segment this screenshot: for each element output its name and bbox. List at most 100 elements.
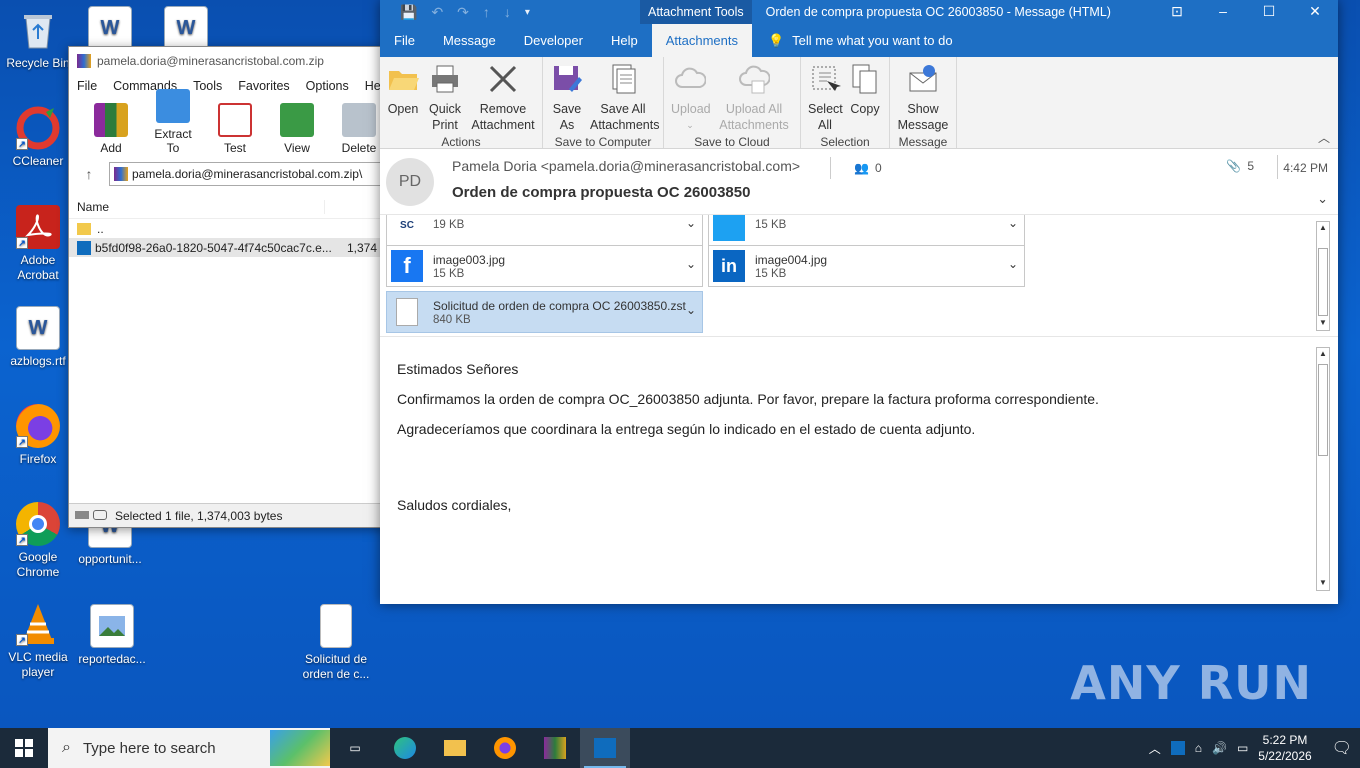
file-list-header: Name: [69, 195, 387, 219]
customize-qat-icon[interactable]: ▾: [525, 7, 530, 18]
chevron-down-icon[interactable]: ⌄: [686, 216, 696, 230]
file-row-parent[interactable]: ..: [69, 219, 387, 238]
taskbar: ⌕ Type here to search ▭ ︿ ⌂ 🔊 ▭ 5:22 PM …: [0, 728, 1360, 768]
tell-me-box[interactable]: 💡 Tell me what you want to do: [752, 24, 953, 57]
firefox-taskbar-icon[interactable]: [480, 728, 530, 768]
collapse-ribbon-icon[interactable]: ︿: [1318, 129, 1330, 146]
ribbon-display-icon[interactable]: ⊡: [1154, 0, 1200, 24]
chevron-down-icon[interactable]: ⌄: [1008, 257, 1018, 271]
chevron-down-icon[interactable]: ⌄: [686, 303, 696, 317]
next-item-icon[interactable]: ↓: [504, 4, 511, 20]
view-button[interactable]: View: [271, 103, 323, 155]
edge-icon[interactable]: [380, 728, 430, 768]
file-row-selected[interactable]: b5fd0f98-26a0-1820-5047-4f74c50cac7c.e..…: [69, 238, 387, 257]
save-icon[interactable]: 💾: [400, 4, 417, 21]
scroll-thumb[interactable]: [1318, 364, 1328, 456]
upload-button[interactable]: Upload ⌄: [668, 61, 712, 133]
network-icon[interactable]: ⌂: [1195, 741, 1202, 755]
desktop-icon-azblogs[interactable]: W azblogs.rtf: [0, 306, 76, 369]
people-count[interactable]: 👥 0: [830, 157, 882, 179]
body-scrollbar[interactable]: ▲ ▼: [1316, 347, 1330, 591]
minimize-icon[interactable]: –: [1200, 0, 1246, 24]
winrar-titlebar[interactable]: pamela.doria@minerasancristobal.com.zip: [69, 47, 387, 75]
open-folder-icon: [387, 63, 419, 95]
sender[interactable]: Pamela Doria <pamela.doria@minerasancris…: [452, 158, 800, 174]
outlook-titlebar[interactable]: 💾 ↶ ↷ ↑ ↓ ▾ Attachment Tools Orden de co…: [380, 0, 1338, 24]
outlook-taskbar-icon[interactable]: [580, 728, 630, 768]
desktop-icon-ccleaner[interactable]: ↗ CCleaner: [0, 106, 76, 169]
chevron-down-icon[interactable]: ⌄: [1008, 216, 1018, 230]
remove-attachment-button[interactable]: Remove Attachment: [468, 61, 538, 133]
desktop-icon-adobe-acrobat[interactable]: ↗ Adobe Acrobat: [0, 205, 76, 283]
tab-attachments[interactable]: Attachments: [651, 24, 752, 57]
attachment-scrollbar[interactable]: ▲ ▼: [1316, 221, 1330, 331]
test-button[interactable]: Test: [209, 103, 261, 155]
attachment-item-selected[interactable]: Solicitud de orden de compra OC 26003850…: [386, 291, 703, 333]
desktop-icon-reportedac[interactable]: reportedac...: [74, 604, 150, 667]
folder-icon: [77, 222, 91, 235]
notifications-icon[interactable]: 🗨: [1322, 738, 1352, 758]
scroll-down-arrow[interactable]: ▼: [1317, 317, 1329, 330]
close-icon[interactable]: ✕: [1292, 0, 1338, 24]
attachment-item[interactable]: in image004.jpg 15 KB ⌄: [708, 245, 1025, 287]
undo-icon[interactable]: ↶: [431, 4, 443, 21]
select-all-button[interactable]: Select All: [805, 61, 845, 133]
maximize-icon[interactable]: ☐: [1246, 0, 1292, 24]
chevron-down-icon[interactable]: ⌄: [686, 257, 696, 271]
desktop-icon-solicitud[interactable]: Solicitud de orden de c...: [298, 604, 374, 682]
outlook-message-window[interactable]: 💾 ↶ ↷ ↑ ↓ ▾ Attachment Tools Orden de co…: [380, 0, 1338, 604]
upload-all-attachments-button[interactable]: Upload All Attachments: [712, 61, 796, 133]
tab-developer[interactable]: Developer: [510, 24, 597, 57]
redo-icon[interactable]: ↷: [457, 4, 469, 21]
delete-button[interactable]: Delete: [333, 103, 385, 155]
message-body[interactable]: Estimados Señores Confirmamos la orden d…: [380, 337, 1338, 595]
attachment-item[interactable]: SC 19 KB ⌄: [386, 215, 703, 246]
save-all-attachments-button[interactable]: Save All Attachments: [587, 61, 659, 133]
firefox-icon: ↗: [16, 404, 60, 448]
address-field[interactable]: pamela.doria@minerasancristobal.com.zip\: [109, 162, 387, 186]
clock[interactable]: 5:22 PM 5/22/2026: [1258, 732, 1311, 764]
extract-to-button[interactable]: Extract To: [147, 89, 199, 155]
winrar-statusbar: Selected 1 file, 1,374,003 bytes: [69, 503, 387, 527]
attachment-item[interactable]: f image003.jpg 15 KB ⌄: [386, 245, 703, 287]
tab-file[interactable]: File: [380, 24, 429, 57]
tab-message[interactable]: Message: [429, 24, 510, 57]
scroll-thumb[interactable]: [1318, 248, 1328, 316]
copy-button[interactable]: Copy: [845, 61, 885, 133]
start-button[interactable]: [0, 728, 48, 768]
show-hidden-icons-icon[interactable]: ︿: [1149, 740, 1161, 757]
archive-icon: [114, 167, 128, 181]
file-explorer-icon[interactable]: [430, 728, 480, 768]
desktop-icon-vlc[interactable]: ↗ VLC media player: [0, 602, 76, 680]
winrar-window[interactable]: pamela.doria@minerasancristobal.com.zip …: [68, 46, 390, 528]
attachment-count: 📎 5: [1226, 159, 1254, 173]
volume-icon[interactable]: 🔊: [1212, 741, 1227, 755]
menu-options[interactable]: Options: [306, 79, 349, 93]
menu-favorites[interactable]: Favorites: [238, 79, 289, 93]
winrar-taskbar-icon[interactable]: [530, 728, 580, 768]
address-bar: ↑ pamela.doria@minerasancristobal.com.zi…: [69, 159, 387, 189]
menu-file[interactable]: File: [77, 79, 97, 93]
scroll-up-arrow[interactable]: ▲: [1317, 348, 1329, 361]
scroll-down-arrow[interactable]: ▼: [1317, 577, 1329, 590]
desktop-icon-google-chrome[interactable]: ↗ Google Chrome: [0, 502, 76, 580]
save-as-button[interactable]: Save As: [547, 61, 587, 133]
tab-help[interactable]: Help: [597, 24, 652, 57]
desktop-icon-label: Adobe Acrobat: [17, 253, 59, 282]
battery-icon[interactable]: ▭: [1237, 741, 1248, 755]
task-view-icon[interactable]: ▭: [330, 728, 380, 768]
show-message-button[interactable]: Show Message: [894, 61, 952, 133]
open-button[interactable]: Open: [384, 61, 422, 133]
outlook-tray-icon[interactable]: [1170, 741, 1185, 755]
up-arrow-icon[interactable]: ↑: [69, 166, 109, 182]
desktop-icon-firefox[interactable]: ↗ Firefox: [0, 404, 76, 467]
attachment-item[interactable]: 15 KB ⌄: [708, 215, 1025, 246]
previous-item-icon[interactable]: ↑: [483, 4, 490, 20]
add-button[interactable]: Add: [85, 103, 137, 155]
desktop-icon-recycle-bin[interactable]: Recycle Bin: [0, 8, 76, 71]
quick-print-button[interactable]: Quick Print: [422, 61, 468, 133]
scroll-up-arrow[interactable]: ▲: [1317, 222, 1329, 235]
chevron-down-icon[interactable]: ⌄: [1317, 191, 1328, 207]
column-name[interactable]: Name: [69, 199, 325, 214]
taskbar-search[interactable]: ⌕ Type here to search: [48, 728, 330, 768]
